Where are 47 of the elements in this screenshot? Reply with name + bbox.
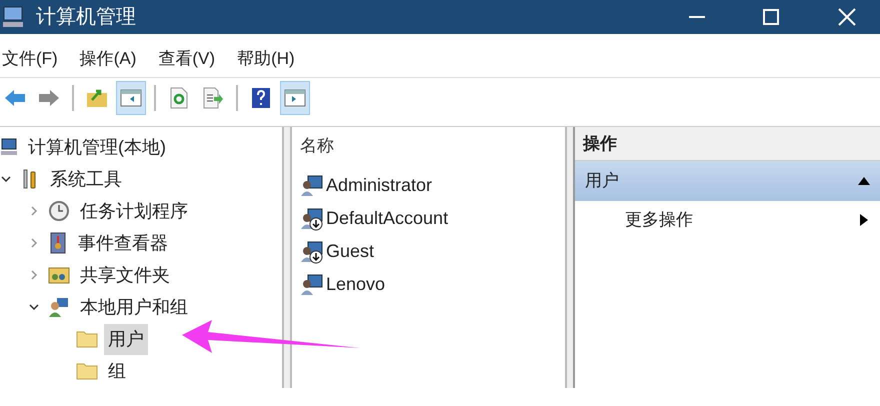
action-pane-icon <box>284 88 306 108</box>
collapse-chevron-icon[interactable] <box>1 174 11 184</box>
collapse-chevron-icon[interactable] <box>29 302 39 312</box>
user-name[interactable]: Lenovo <box>326 271 386 298</box>
menu-item[interactable]: 帮助(H) <box>235 46 315 72</box>
back-arrow-icon <box>4 89 26 107</box>
folder-icon <box>76 330 98 348</box>
folder-icon <box>76 362 98 380</box>
users-icon <box>48 296 70 318</box>
toolbar-button[interactable] <box>280 81 310 115</box>
tree-item[interactable]: 共享文件夹 <box>76 260 174 290</box>
event-viewer-icon <box>48 232 68 254</box>
clock-icon <box>48 200 70 222</box>
column-header[interactable]: 名称 <box>300 133 565 169</box>
export-list-icon <box>202 87 224 109</box>
toolbar-button[interactable] <box>116 81 146 115</box>
submenu-arrow-icon <box>860 214 868 226</box>
tree-item[interactable]: 事件查看器 <box>74 228 172 258</box>
tree-item[interactable]: 组 <box>104 356 130 386</box>
tree-item[interactable]: 本地用户和组 <box>76 292 192 322</box>
tree-item[interactable]: 用户 <box>104 324 148 354</box>
user-name[interactable]: Administrator <box>326 172 432 199</box>
tree-item[interactable]: 系统工具 <box>46 164 126 194</box>
expand-chevron-icon[interactable] <box>29 238 39 248</box>
window-title: 计算机管理 <box>36 5 136 30</box>
minimize-icon <box>689 16 705 18</box>
menu-item[interactable]: 文件(F) <box>0 46 78 72</box>
actions-section-header[interactable]: 用户 <box>575 161 880 201</box>
shared-folder-icon <box>48 265 70 285</box>
close-icon <box>838 8 856 26</box>
actions-header: 操作 <box>575 127 880 161</box>
app-icon <box>2 6 26 28</box>
tree-item[interactable]: 计算机管理(本地) <box>26 134 168 160</box>
forward-arrow-icon <box>38 89 60 107</box>
folder-up-icon <box>86 88 108 108</box>
expand-chevron-icon[interactable] <box>29 270 39 280</box>
action-item[interactable]: 更多操作 <box>575 201 880 239</box>
help-icon <box>251 87 271 109</box>
menu-item[interactable]: 查看(V) <box>156 46 236 72</box>
refresh-icon <box>169 87 189 109</box>
tree-pane-icon <box>120 88 142 108</box>
maximize-icon <box>763 9 779 25</box>
menu-item[interactable]: 操作(A) <box>78 46 156 72</box>
collapse-triangle-icon <box>858 177 870 185</box>
tree-item[interactable]: 任务计划程序 <box>76 196 192 226</box>
computer-icon <box>0 137 20 157</box>
expand-chevron-icon[interactable] <box>29 206 39 216</box>
